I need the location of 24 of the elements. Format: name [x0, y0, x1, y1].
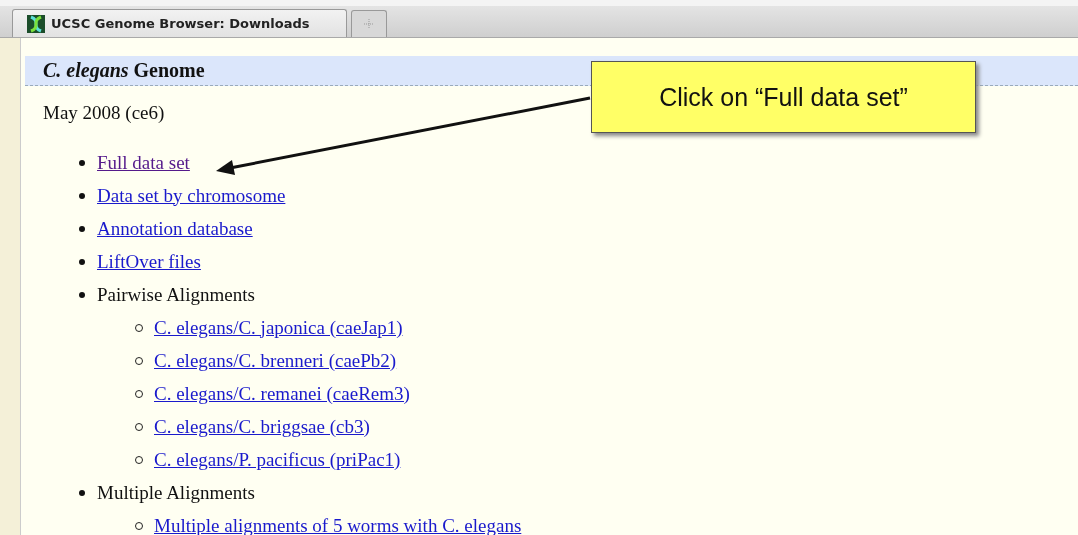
new-tab-button[interactable] — [351, 10, 387, 37]
link[interactable]: C. elegans/C. brenneri (caePb2) — [154, 349, 397, 372]
bullet-icon — [79, 225, 85, 232]
link[interactable]: C. elegans/P. pacificus (priPac1) — [154, 448, 401, 471]
bullet-icon — [79, 159, 85, 166]
link[interactable]: Full data set — [97, 151, 190, 174]
bullet-icon — [79, 291, 85, 298]
bullet-icon — [79, 489, 85, 496]
browser-tab[interactable]: UCSC Genome Browser: Downloads — [12, 9, 347, 37]
link[interactable]: Multiple alignments of 5 worms with C. elegans — [154, 514, 522, 535]
link[interactable]: C. elegans/C. briggsae (cb3) — [154, 415, 370, 438]
assembly-date: May 2008 (ce6) — [43, 102, 166, 124]
link[interactable]: C. elegans/C. japonica (caeJap1) — [154, 316, 403, 339]
section-label: Pairwise Alignments — [97, 283, 255, 306]
callout-note: Click on “Full data set” — [591, 61, 976, 133]
bullet-icon — [79, 192, 85, 199]
helix-icon — [27, 14, 45, 33]
plus-icon — [364, 19, 374, 29]
link[interactable]: LiftOver files — [97, 250, 201, 273]
link[interactable]: Annotation database — [97, 217, 253, 240]
link[interactable]: C. elegans/C. remanei (caeRem3) — [154, 382, 410, 405]
bullet-icon — [79, 258, 85, 265]
link[interactable]: Data set by chromosome — [97, 184, 286, 207]
section-label: Multiple Alignments — [97, 481, 255, 504]
